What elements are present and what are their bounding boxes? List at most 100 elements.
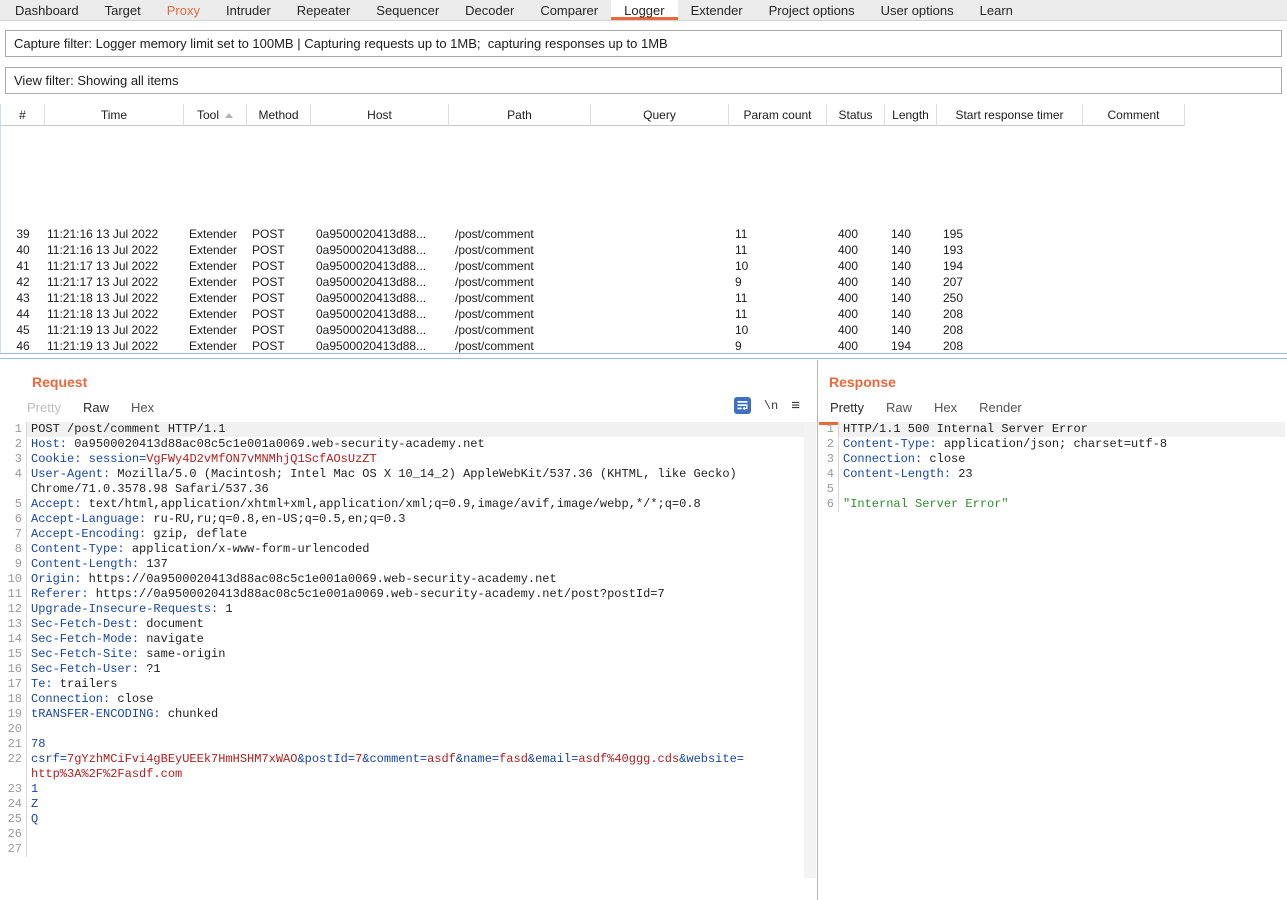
editor-line: 3Connection: close (818, 452, 1285, 467)
line-text: Accept: text/html,application/xhtml+xml,… (27, 497, 804, 512)
cell-tool: Extender (184, 290, 247, 306)
editor-line: 19tRANSFER-ENCODING: chunked (0, 707, 804, 722)
response-tab-pretty[interactable]: Pretty (819, 398, 875, 425)
column-header-method[interactable]: Method (247, 104, 311, 126)
menu-tab-logger[interactable]: Logger (611, 0, 677, 20)
request-editor[interactable]: 1POST /post/comment HTTP/1.12Host: 0a950… (0, 422, 804, 878)
editor-menu-icon[interactable]: ≡ (791, 397, 800, 414)
cell-host: 0a9500020413d88... (311, 338, 449, 353)
column-header-param-count[interactable]: Param count (729, 104, 827, 126)
cell-query (591, 338, 729, 353)
cell-id: 41 (1, 258, 45, 274)
column-header-label: Query (643, 108, 676, 122)
line-number: 15 (0, 647, 27, 662)
table-row[interactable]: 4511:21:19 13 Jul 2022ExtenderPOST0a9500… (1, 322, 1185, 338)
cell-path: /post/comment (449, 322, 591, 338)
cell-status: 400 (827, 226, 885, 242)
table-row[interactable]: 4611:21:19 13 Jul 2022ExtenderPOST0a9500… (1, 338, 1185, 353)
view-filter-bar[interactable]: View filter: Showing all items (5, 67, 1282, 94)
cell-method: POST (247, 226, 311, 242)
line-text: Content-Type: application/x-www-form-url… (27, 542, 804, 557)
line-text: Q (27, 812, 804, 827)
cell-host: 0a9500020413d88... (311, 258, 449, 274)
column-header-comment[interactable]: Comment (1083, 104, 1185, 126)
request-tab-hex[interactable]: Hex (120, 398, 165, 425)
column-header-path[interactable]: Path (449, 104, 591, 126)
cell-comment (1083, 274, 1185, 290)
response-tab-hex[interactable]: Hex (923, 398, 968, 425)
cell-host: 0a9500020413d88... (311, 322, 449, 338)
column-header-query[interactable]: Query (591, 104, 729, 126)
menu-tab-target[interactable]: Target (92, 0, 154, 20)
cell-status: 400 (827, 274, 885, 290)
cell-status: 400 (827, 338, 885, 353)
menu-tab-extender[interactable]: Extender (678, 0, 756, 20)
editor-line: 231 (0, 782, 804, 797)
line-text (27, 722, 804, 737)
column-header-time[interactable]: Time (45, 104, 184, 126)
line-number: 2 (0, 437, 27, 452)
logger-table[interactable]: 3911:21:16 13 Jul 2022ExtenderPOST0a9500… (0, 104, 1185, 353)
column-header-length[interactable]: Length (885, 104, 937, 126)
table-row[interactable]: 4011:21:16 13 Jul 2022ExtenderPOST0a9500… (1, 242, 1185, 258)
cell-comment (1083, 338, 1185, 353)
line-number: 21 (0, 737, 27, 752)
cell-timer: 195 (937, 226, 1083, 242)
line-number: 6 (818, 497, 839, 512)
menu-tab-dashboard[interactable]: Dashboard (2, 0, 92, 20)
menu-tab-proxy[interactable]: Proxy (154, 0, 213, 20)
editor-line: 2178 (0, 737, 804, 752)
cell-method: POST (247, 322, 311, 338)
column-header-status[interactable]: Status (827, 104, 885, 126)
capture-filter-bar[interactable]: Capture filter: Logger memory limit set … (5, 30, 1282, 57)
soft-newlines-icon[interactable] (734, 397, 751, 414)
menu-tab-learn[interactable]: Learn (967, 0, 1026, 20)
line-number: 8 (0, 542, 27, 557)
line-text (27, 827, 804, 842)
newline-toggle-icon[interactable]: \n (764, 399, 778, 413)
request-tabs: PrettyRawHex (16, 398, 165, 425)
table-row[interactable]: 3911:21:16 13 Jul 2022ExtenderPOST0a9500… (1, 226, 1185, 242)
response-panel: Response PrettyRawHexRender 1HTTP/1.1 50… (818, 360, 1287, 900)
cell-param_count: 9 (729, 274, 827, 290)
editor-line: 22csrf=7gYzhMCiFvi4gBEyUEEk7HmHSHM7xWAO&… (0, 752, 804, 767)
cell-param_count: 9 (729, 338, 827, 353)
cell-timer: 193 (937, 242, 1083, 258)
menu-tab-intruder[interactable]: Intruder (213, 0, 284, 20)
response-tab-raw[interactable]: Raw (875, 398, 923, 425)
table-row[interactable]: 4211:21:17 13 Jul 2022ExtenderPOST0a9500… (1, 274, 1185, 290)
line-number: 12 (0, 602, 27, 617)
editor-line: 18Connection: close (0, 692, 804, 707)
column-header-host[interactable]: Host (311, 104, 449, 126)
response-tab-render[interactable]: Render (968, 398, 1033, 425)
table-row[interactable]: 4411:21:18 13 Jul 2022ExtenderPOST0a9500… (1, 306, 1185, 322)
request-tab-raw[interactable]: Raw (72, 398, 120, 425)
line-number: 25 (0, 812, 27, 827)
cell-tool: Extender (184, 306, 247, 322)
menu-tab-project-options[interactable]: Project options (756, 0, 868, 20)
menu-tab-decoder[interactable]: Decoder (452, 0, 527, 20)
response-editor[interactable]: 1HTTP/1.1 500 Internal Server Error2Cont… (818, 422, 1285, 878)
line-number: 2 (818, 437, 839, 452)
editor-line: 7Accept-Encoding: gzip, deflate (0, 527, 804, 542)
cell-length: 140 (885, 306, 937, 322)
cell-id: 39 (1, 226, 45, 242)
request-editor-scrollbar[interactable] (804, 422, 816, 878)
menu-tab-comparer[interactable]: Comparer (527, 0, 611, 20)
menu-tab-repeater[interactable]: Repeater (284, 0, 363, 20)
column-header-start-response-timer[interactable]: Start response timer (937, 104, 1083, 126)
table-row[interactable]: 4111:21:17 13 Jul 2022ExtenderPOST0a9500… (1, 258, 1185, 274)
cell-timer: 208 (937, 306, 1083, 322)
column-header--[interactable]: # (1, 104, 45, 126)
horizontal-split-divider[interactable] (0, 353, 1287, 359)
cell-param_count: 10 (729, 322, 827, 338)
menu-tab-sequencer[interactable]: Sequencer (363, 0, 452, 20)
line-text: Upgrade-Insecure-Requests: 1 (27, 602, 804, 617)
table-row[interactable]: 4311:21:18 13 Jul 2022ExtenderPOST0a9500… (1, 290, 1185, 306)
editor-line: 15Sec-Fetch-Site: same-origin (0, 647, 804, 662)
request-tab-pretty[interactable]: Pretty (16, 398, 72, 425)
editor-line: 9Content-Length: 137 (0, 557, 804, 572)
menu-tab-user-options[interactable]: User options (868, 0, 967, 20)
line-number: 4 (0, 467, 27, 482)
column-header-tool[interactable]: Tool (184, 104, 247, 126)
